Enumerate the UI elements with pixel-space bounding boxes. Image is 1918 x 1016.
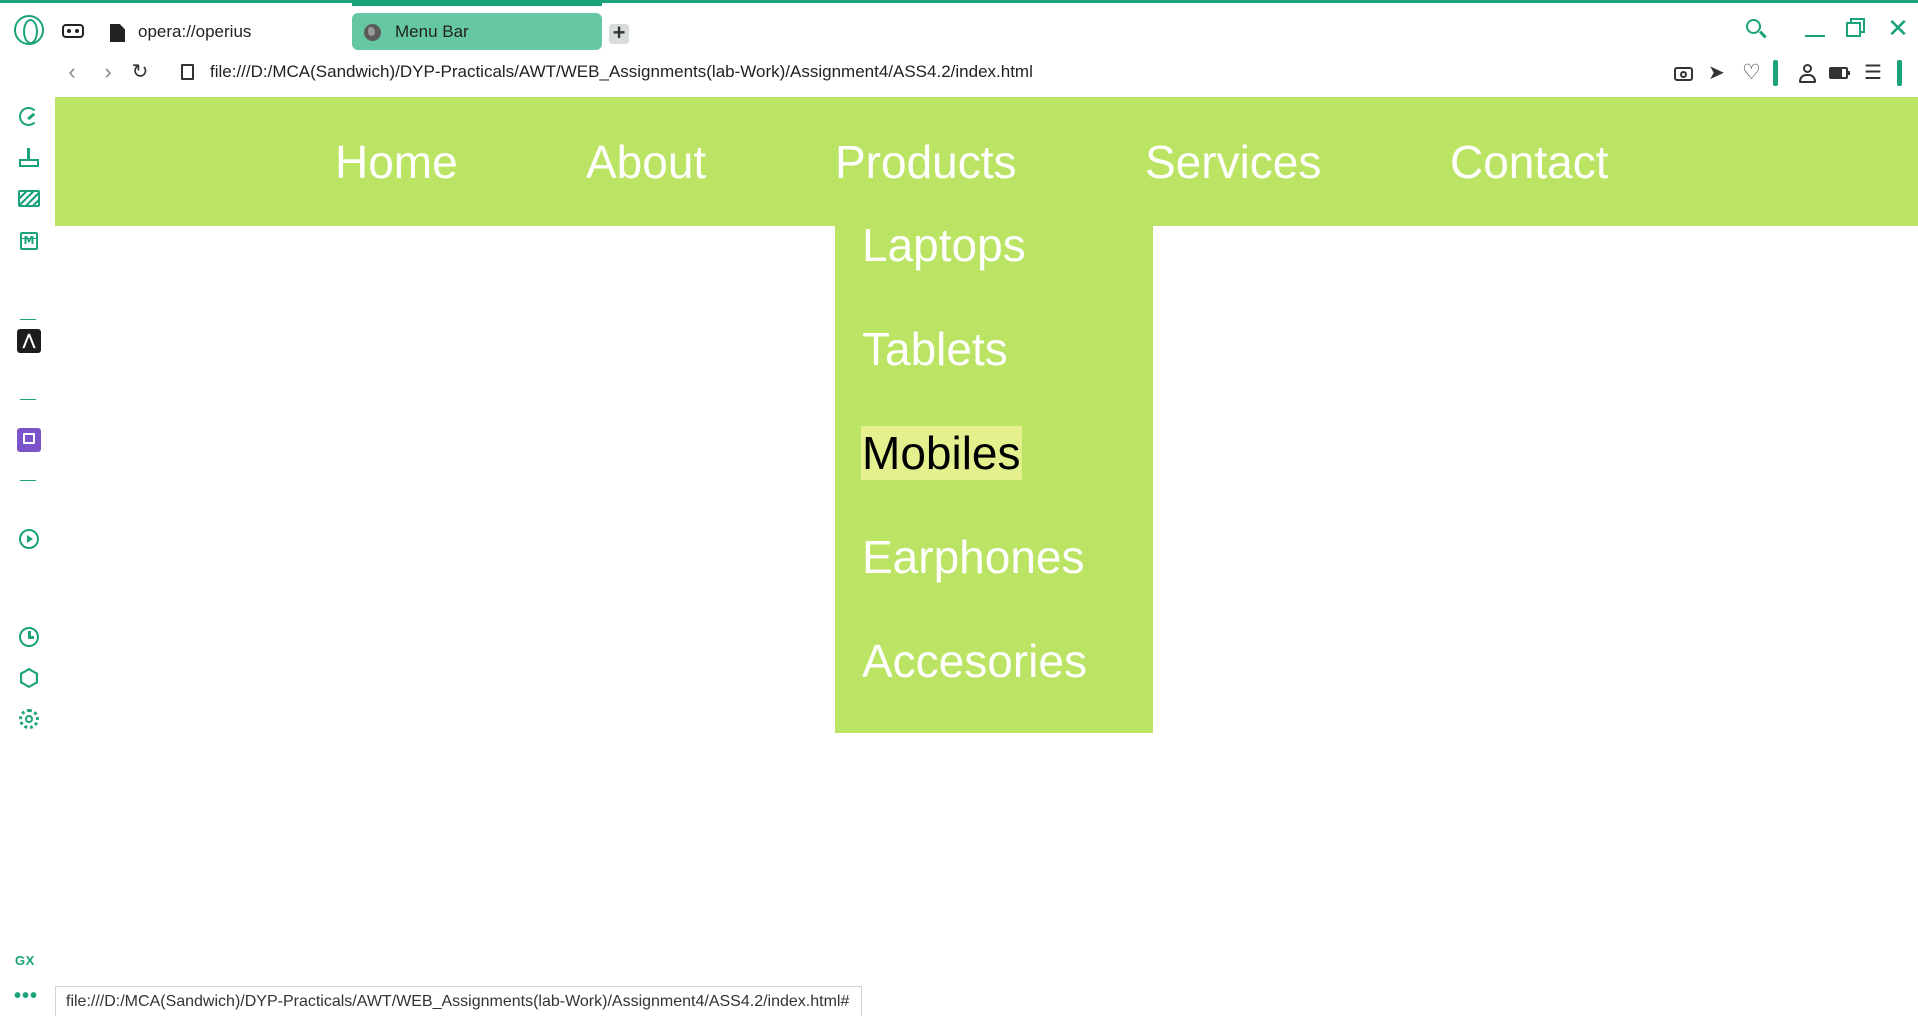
send-flow-icon[interactable]: ➤: [1708, 63, 1730, 83]
minimize-button[interactable]: [1800, 13, 1830, 43]
more-options-icon[interactable]: •••: [14, 986, 38, 1006]
sidebar-app-icon[interactable]: ⋀: [17, 329, 41, 353]
tab-menu-bar[interactable]: Menu Bar: [352, 13, 602, 50]
search-tabs-icon[interactable]: [1740, 13, 1770, 43]
easy-setup-icon[interactable]: ☰: [1864, 63, 1886, 83]
menu-item-contact[interactable]: Contact: [1450, 135, 1609, 189]
gx-corner-label[interactable]: GX: [15, 953, 35, 968]
address-bar-row: ‹ › ↻ file:///D:/MCA(Sandwich)/DYP-Pract…: [0, 53, 1918, 93]
player-icon[interactable]: [17, 527, 41, 551]
browser-window: opera://operius Menu Bar + ✕ ‹ › ↻ file:…: [0, 0, 1918, 1016]
battery-saver-icon[interactable]: [1829, 63, 1851, 83]
snapshot-camera-icon[interactable]: [1673, 63, 1695, 83]
close-window-button[interactable]: ✕: [1883, 13, 1913, 43]
menu-item-home[interactable]: Home: [335, 135, 458, 189]
ram-limiter-icon[interactable]: M: [17, 229, 41, 253]
toolbar-divider: [1897, 60, 1902, 86]
tab-operius[interactable]: opera://operius: [100, 13, 348, 50]
settings-gear-icon[interactable]: [17, 707, 41, 731]
active-tab-indicator: [352, 3, 602, 6]
twitch-icon[interactable]: [17, 428, 41, 452]
dropdown-item-mobiles[interactable]: Mobiles: [861, 426, 1022, 480]
sidebar-divider: [20, 238, 36, 239]
back-button[interactable]: ‹: [60, 61, 84, 85]
gx-cleaner-icon[interactable]: [17, 147, 41, 171]
tab-label: opera://operius: [138, 22, 252, 41]
dropdown-item-tablets[interactable]: Tablets: [861, 322, 1009, 376]
toolbar-divider: [1773, 60, 1778, 86]
bookmark-heart-icon[interactable]: ♡: [1742, 62, 1764, 83]
file-icon: [181, 64, 194, 80]
products-dropdown: Laptops Tablets Mobiles Earphones Acceso…: [835, 219, 1153, 733]
forward-button[interactable]: ›: [96, 61, 120, 85]
menu-item-about[interactable]: About: [586, 135, 706, 189]
address-input[interactable]: file:///D:/MCA(Sandwich)/DYP-Practicals/…: [210, 62, 1033, 82]
menu-bar: Home About Products Services Contact: [55, 97, 1918, 226]
gamepad-icon[interactable]: [62, 24, 84, 38]
page-viewport: Home About Products Services Contact Lap…: [55, 93, 1918, 1016]
restore-button[interactable]: [1842, 13, 1872, 43]
new-tab-button[interactable]: +: [609, 22, 629, 44]
dropdown-item-accesories[interactable]: Accesories: [861, 634, 1088, 688]
sidebar-divider: [20, 480, 36, 481]
document-icon: [110, 24, 125, 42]
opera-logo-icon[interactable]: [14, 15, 44, 45]
gx-control-speed-icon[interactable]: [17, 105, 41, 129]
sidebar-divider: [20, 319, 36, 320]
extensions-cube-icon[interactable]: [17, 666, 41, 690]
sidebar: M ⋀ GX •••: [0, 93, 55, 1016]
network-limiter-icon[interactable]: [17, 187, 41, 211]
globe-icon: [364, 24, 381, 41]
reload-button[interactable]: ↻: [128, 61, 152, 85]
link-status-bar: file:///D:/MCA(Sandwich)/DYP-Practicals/…: [55, 986, 863, 1016]
menu-item-services[interactable]: Services: [1145, 135, 1321, 189]
dropdown-item-laptops[interactable]: Laptops: [861, 218, 1027, 272]
tab-strip: opera://operius Menu Bar + ✕: [0, 3, 1918, 53]
history-icon[interactable]: [17, 625, 41, 649]
menu-item-products[interactable]: Products: [835, 135, 1017, 189]
tab-label: Menu Bar: [395, 22, 469, 41]
sidebar-divider: [20, 399, 36, 400]
profile-icon[interactable]: [1797, 63, 1819, 83]
dropdown-item-earphones[interactable]: Earphones: [861, 530, 1086, 584]
